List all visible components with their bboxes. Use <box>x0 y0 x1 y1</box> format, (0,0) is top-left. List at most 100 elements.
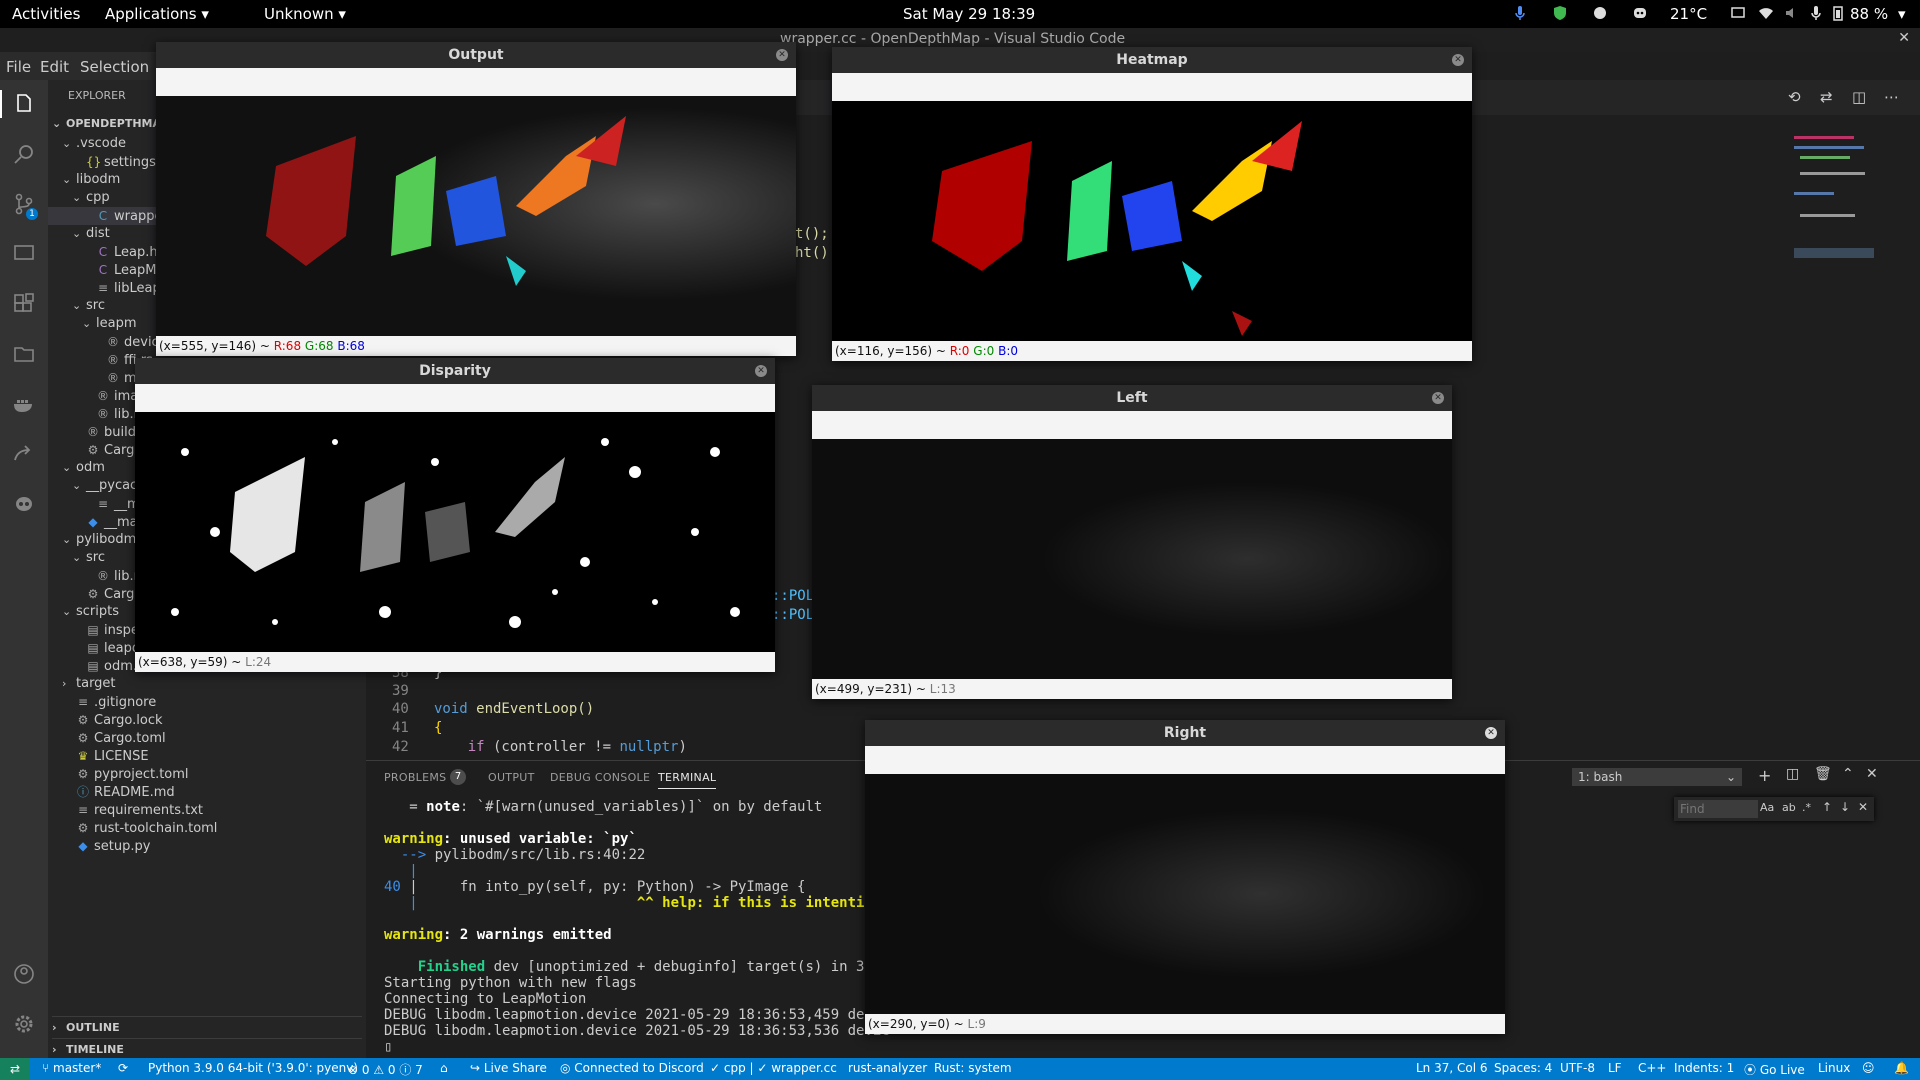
tree-file[interactable]: ⚙ rust-toolchain.toml <box>62 819 218 837</box>
feedback-icon[interactable]: ☺ <box>1862 1061 1875 1075</box>
remote-indicator[interactable]: ⇄ <box>0 1058 30 1080</box>
close-icon[interactable]: ✕ <box>1452 54 1464 66</box>
find-input[interactable] <box>1678 800 1758 818</box>
left-camera-window[interactable]: Left ✕ (x=499, y=231) ~ L:13 <box>812 385 1452 699</box>
whole-word-icon[interactable]: ab <box>1782 801 1796 814</box>
tab-debug-console[interactable]: DEBUG CONSOLE <box>550 771 650 784</box>
tree-file[interactable]: ◆ setup.py <box>62 837 150 855</box>
outline-section[interactable]: › OUTLINE <box>52 1016 362 1039</box>
disparity-image[interactable] <box>135 412 775 652</box>
split-terminal-icon[interactable]: ◫ <box>1786 766 1799 782</box>
split-editor-icon[interactable]: ◫ <box>1852 88 1866 106</box>
problems-summary[interactable]: ⊗ 0 ⚠ 0 ⓘ 7 <box>348 1061 423 1078</box>
python-interpreter[interactable]: Python 3.9.0 64-bit ('3.9.0': pyenv) <box>148 1061 358 1075</box>
close-panel-icon[interactable]: ✕ <box>1866 766 1878 782</box>
wifi-icon[interactable] <box>1758 5 1774 21</box>
rust-analyzer-status[interactable]: rust-analyzer <box>848 1061 927 1075</box>
rust-toolchain-status[interactable]: Rust: system <box>934 1061 1012 1075</box>
right-camera-window[interactable]: Right ✕ (x=290, y=0) ~ L:9 <box>865 720 1505 1034</box>
end-of-line[interactable]: LF <box>1608 1061 1622 1075</box>
tree-file[interactable]: C Leap.h <box>82 243 158 261</box>
output-image[interactable] <box>156 96 796 336</box>
tree-file[interactable]: ⚙ pyproject.toml <box>62 765 189 783</box>
tree-file[interactable]: ⚙ Cargo.lock <box>62 711 163 729</box>
heatmap-window-title[interactable]: Heatmap <box>832 47 1472 73</box>
app-indicator-icon[interactable] <box>1592 5 1608 21</box>
system-menu-arrow-icon[interactable]: ▾ <box>1898 5 1906 23</box>
search-icon[interactable] <box>12 142 36 166</box>
close-window-icon[interactable]: ✕ <box>1898 30 1910 46</box>
discord-icon[interactable] <box>1632 5 1648 21</box>
account-icon[interactable] <box>12 962 36 986</box>
tree-folder[interactable]: ⌄ pylibodm <box>62 531 136 549</box>
microphone-icon[interactable] <box>1808 5 1824 21</box>
alien-icon[interactable] <box>12 492 36 516</box>
os-status[interactable]: Linux <box>1818 1061 1850 1075</box>
close-find-icon[interactable]: ✕ <box>1858 800 1868 814</box>
cpp-status[interactable]: ✓ cpp | ✓ wrapper.cc <box>710 1061 837 1075</box>
go-live-button[interactable]: ⦿ Go Live <box>1744 1061 1805 1078</box>
tree-folder[interactable]: ⌄ .vscode <box>62 135 126 153</box>
notifications-bell-icon[interactable]: 🔔 <box>1894 1061 1909 1075</box>
left-window-title[interactable]: Left <box>812 385 1452 411</box>
tree-folder[interactable]: ⌄ __pycac <box>72 477 137 495</box>
tree-folder[interactable]: ⌄ src <box>72 297 105 315</box>
tree-folder[interactable]: ⌄ libodm <box>62 171 120 189</box>
encoding[interactable]: UTF-8 <box>1560 1061 1595 1075</box>
heatmap-image[interactable] <box>832 101 1472 341</box>
menu-selection[interactable]: Selection <box>80 58 149 76</box>
activities-button[interactable]: Activities <box>12 5 80 23</box>
tab-terminal[interactable]: TERMINAL <box>658 771 717 789</box>
right-window-title[interactable]: Right <box>865 720 1505 746</box>
unknown-menu[interactable]: Unknown ▾ <box>264 5 346 23</box>
compare-changes-icon[interactable]: ⇄ <box>1820 88 1833 106</box>
tree-file[interactable]: ⓘ README.md <box>62 783 175 801</box>
output-window[interactable]: Output ✕ (x=555, y=146) ~ R:68 G:68 B:68 <box>156 42 796 356</box>
volume-icon[interactable] <box>1784 5 1800 21</box>
match-case-icon[interactable]: Aa <box>1760 801 1774 814</box>
maximize-panel-icon[interactable]: ⌃ <box>1842 766 1854 782</box>
close-icon[interactable]: ✕ <box>1485 727 1497 739</box>
right-camera-image[interactable] <box>865 774 1505 1014</box>
tree-folder[interactable]: ⌄ odm <box>62 459 105 477</box>
explorer-icon[interactable] <box>12 92 36 116</box>
tree-file[interactable]: ♛ LICENSE <box>62 747 149 765</box>
sync-icon[interactable]: ⟳ <box>118 1061 128 1075</box>
timeline-history-icon[interactable]: ⟲ <box>1788 88 1801 106</box>
heatmap-window[interactable]: Heatmap ✕ (x=116, y=156) ~ R:0 G:0 B:0 <box>832 47 1472 361</box>
minimap[interactable] <box>1790 132 1880 272</box>
disparity-window[interactable]: Disparity ✕ (x=638, y=59) ~ L:24 <box>135 358 775 672</box>
weather-temperature[interactable]: 21°C <box>1670 5 1707 23</box>
home-icon[interactable]: ⌂ <box>440 1061 448 1075</box>
tree-folder[interactable]: ⌄ leapm <box>82 315 137 333</box>
tree-folder[interactable]: › target <box>62 675 116 693</box>
tree-file[interactable]: ≡ .gitignore <box>62 693 156 711</box>
close-icon[interactable]: ✕ <box>1432 392 1444 404</box>
terminal-select[interactable]: 1: bash ⌄ <box>1572 768 1742 786</box>
trash-icon[interactable]: 🗑 <box>1814 766 1832 782</box>
explorer-root-folder[interactable]: ⌄ OPENDEPTHMAI <box>52 113 165 135</box>
live-share-status[interactable]: ↪ Live Share <box>470 1061 547 1075</box>
shield-icon[interactable] <box>1552 5 1568 21</box>
indentation[interactable]: Spaces: 4 <box>1494 1061 1552 1075</box>
more-actions-icon[interactable]: ⋯ <box>1884 88 1899 106</box>
close-icon[interactable]: ✕ <box>776 49 788 61</box>
settings-gear-icon[interactable] <box>12 1012 36 1036</box>
screen-share-icon[interactable] <box>1730 5 1746 21</box>
tree-folder[interactable]: ⌄ scripts <box>62 603 119 621</box>
language-mode[interactable]: C++ <box>1638 1061 1667 1075</box>
applications-menu[interactable]: Applications ▾ <box>105 5 209 23</box>
discord-status[interactable]: ◎ Connected to Discord <box>560 1061 704 1075</box>
regex-icon[interactable]: .* <box>1802 801 1811 814</box>
tab-output[interactable]: OUTPUT <box>488 771 535 784</box>
git-branch[interactable]: ⑂ master* <box>42 1061 101 1075</box>
disparity-window-title[interactable]: Disparity <box>135 358 775 384</box>
tree-folder[interactable]: ⌄ src <box>72 549 105 567</box>
tree-file[interactable]: ≡ requirements.txt <box>62 801 203 819</box>
menu-file[interactable]: File <box>6 58 31 76</box>
live-share-icon[interactable] <box>12 442 36 466</box>
previous-match-icon[interactable]: ↑ <box>1822 800 1832 814</box>
tree-folder[interactable]: ⌄ cpp <box>72 189 110 207</box>
left-camera-image[interactable] <box>812 439 1452 679</box>
remote-explorer-icon[interactable] <box>12 242 36 266</box>
